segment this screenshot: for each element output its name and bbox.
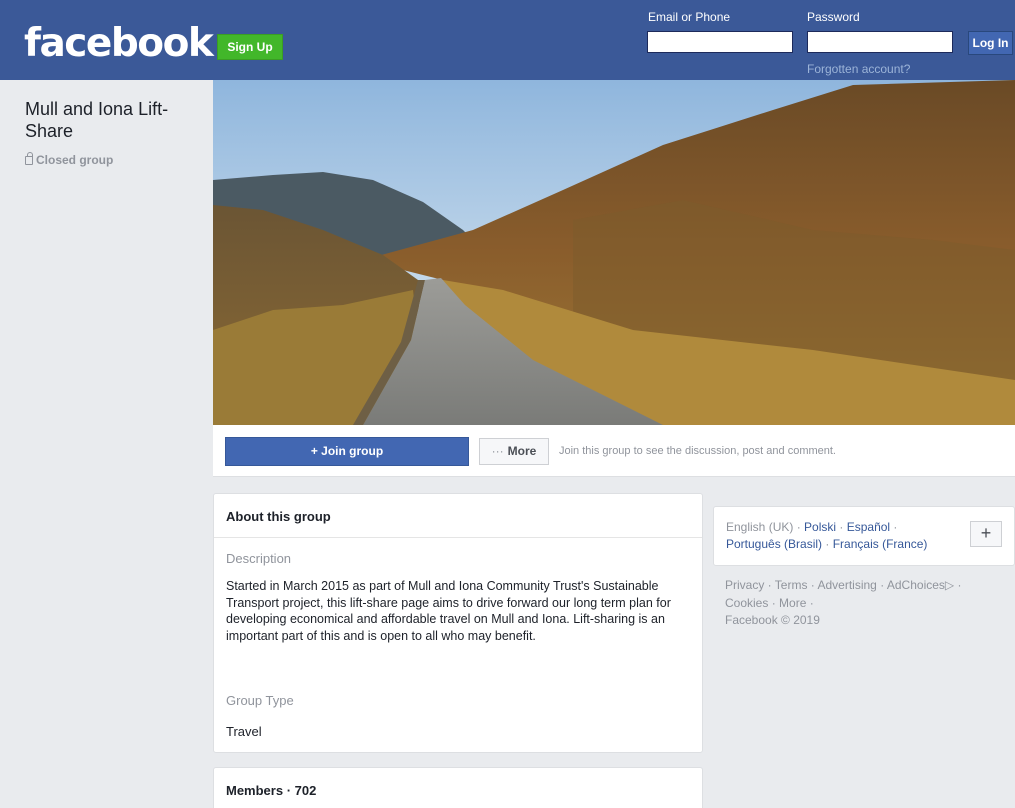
action-bar: + Join group ··· More Join this group to … [213, 425, 1015, 477]
footer-terms-link[interactable]: Terms [775, 578, 808, 592]
cover-image [213, 80, 1015, 425]
language-card: English (UK) · Polski · Español · Portug… [713, 506, 1015, 566]
join-group-button[interactable]: + Join group [225, 437, 469, 466]
group-type-heading: Group Type [226, 693, 294, 708]
divider [214, 537, 702, 538]
lock-icon [25, 152, 33, 165]
description-heading: Description [226, 551, 292, 566]
email-label: Email or Phone [648, 10, 731, 24]
about-card: About this group Description Started in … [213, 493, 703, 753]
password-input[interactable] [807, 31, 953, 53]
footer-cookies-link[interactable]: Cookies [725, 596, 768, 610]
description-text: Started in March 2015 as part of Mull an… [226, 579, 671, 643]
privacy-status: Closed group [25, 152, 114, 167]
email-input[interactable] [647, 31, 793, 53]
adchoices-icon: ▷ [944, 578, 955, 592]
footer-copyright: Facebook © 2019 [725, 613, 820, 627]
footer-links-row-1: Privacy · Terms · Advertising · AdChoice… [725, 578, 962, 592]
language-portugues[interactable]: Português (Brasil) [726, 537, 822, 551]
group-name[interactable]: Mull and Iona Lift-Share [25, 98, 205, 142]
add-language-button[interactable]: + [970, 521, 1002, 547]
language-polski[interactable]: Polski [804, 520, 836, 534]
sign-up-button[interactable]: Sign Up [217, 34, 283, 60]
more-button[interactable]: ··· More [479, 438, 549, 465]
current-language: English (UK) [726, 520, 794, 534]
about-title: About this group [226, 509, 331, 524]
privacy-label: Closed group [36, 153, 114, 167]
footer-adchoices-link[interactable]: AdChoices [887, 578, 945, 592]
ellipsis-icon: ··· [491, 444, 504, 458]
language-espanol[interactable]: Español [847, 520, 890, 534]
join-hint: Join this group to see the discussion, p… [559, 445, 836, 457]
members-title[interactable]: Members · 702 [226, 783, 316, 798]
left-column: Mull and Iona Lift-Share Closed group [0, 80, 213, 808]
footer-links-row-2: Cookies · More · [725, 596, 814, 610]
footer-advertising-link[interactable]: Advertising [817, 578, 876, 592]
log-in-button[interactable]: Log In [968, 31, 1013, 55]
language-francais[interactable]: Français (France) [833, 537, 928, 551]
cover-photo[interactable] [213, 80, 1015, 425]
members-card: Members · 702 [213, 767, 703, 808]
footer-privacy-link[interactable]: Privacy [725, 578, 764, 592]
footer-more-link[interactable]: More [779, 596, 806, 610]
group-type-value: Travel [226, 724, 262, 739]
forgotten-account-link[interactable]: Forgotten account? [807, 62, 910, 76]
top-bar: facebook Sign Up Email or Phone Password… [0, 0, 1015, 80]
password-label: Password [807, 10, 860, 24]
facebook-logo[interactable]: facebook [24, 20, 214, 68]
